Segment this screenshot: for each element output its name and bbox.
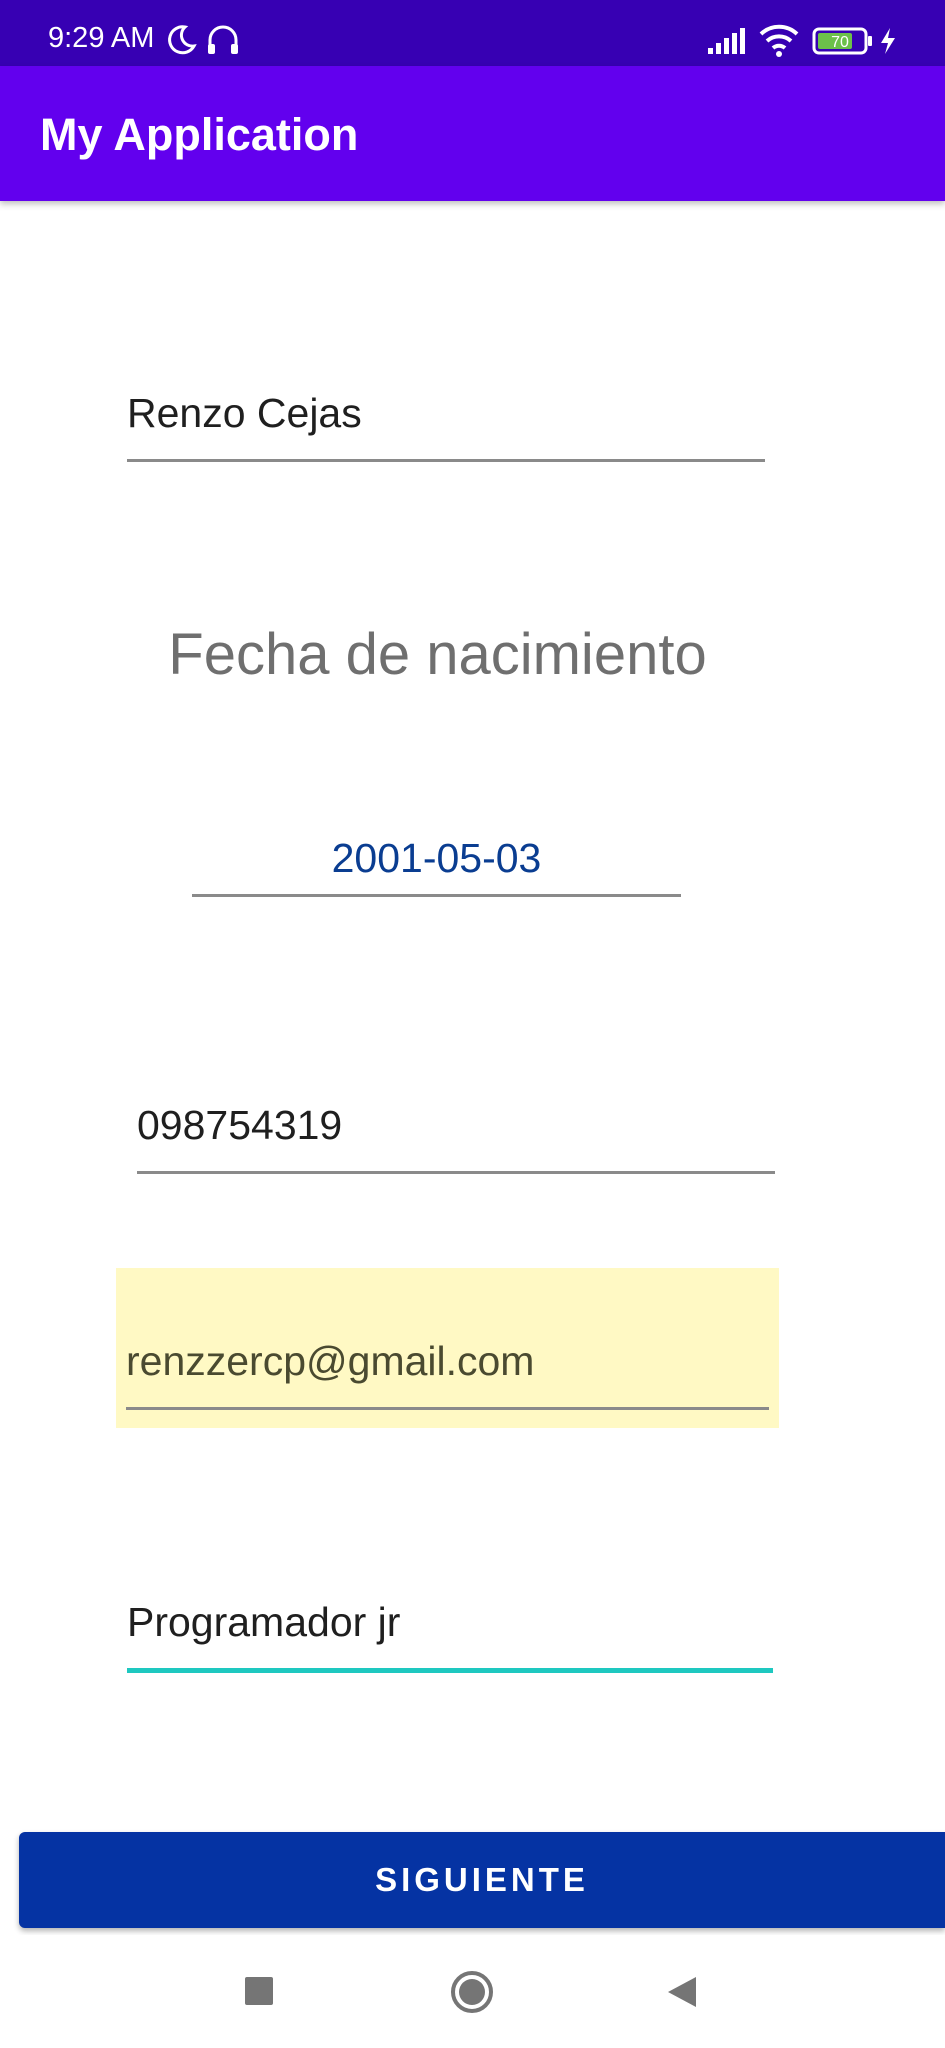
phone-value: 098754319: [137, 1102, 343, 1148]
birth-date-value: 2001-05-03: [331, 835, 542, 881]
birth-date-field[interactable]: 2001-05-03: [192, 820, 681, 897]
home-circle-icon[interactable]: [450, 1970, 494, 2014]
name-value: Renzo Cejas: [127, 390, 362, 436]
recents-square-icon[interactable]: [244, 1976, 274, 2006]
email-field[interactable]: renzzercp@gmail.com: [126, 1300, 769, 1410]
charging-icon: [881, 28, 895, 54]
status-bar: 9:29 AM 70: [0, 0, 945, 66]
job-value: Programador jr: [127, 1599, 401, 1645]
nav-bar: [0, 1935, 945, 2048]
birth-date-label: Fecha de nacimiento: [168, 622, 707, 687]
back-triangle-icon[interactable]: [666, 1975, 698, 2009]
app-bar: My Application: [0, 66, 945, 201]
battery-icon: 70: [812, 27, 872, 55]
status-time: 9:29 AM: [48, 22, 155, 54]
phone-field[interactable]: 098754319: [137, 1070, 775, 1174]
next-button[interactable]: SIGUIENTE: [19, 1832, 945, 1928]
app-title: My Application: [40, 109, 359, 160]
battery-level: 70: [831, 34, 849, 51]
email-value: renzzercp@gmail.com: [126, 1338, 535, 1384]
moon-icon: [168, 25, 197, 55]
name-field[interactable]: Renzo Cejas: [127, 360, 765, 462]
signal-icon: [708, 28, 745, 54]
headphones-icon: [208, 25, 238, 54]
job-field[interactable]: Programador jr: [127, 1566, 773, 1673]
wifi-icon: [759, 24, 799, 57]
